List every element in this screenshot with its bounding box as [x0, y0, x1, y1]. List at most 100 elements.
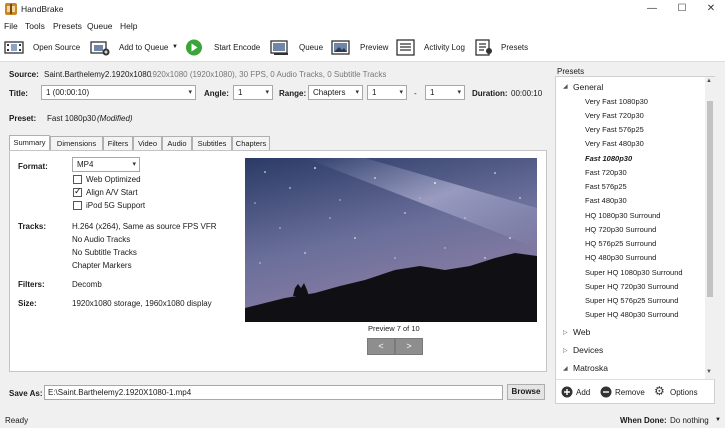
presets-icon[interactable]: [474, 39, 494, 56]
preset-group-matroska[interactable]: Matroska: [573, 363, 608, 373]
tab-summary[interactable]: Summary: [9, 135, 50, 151]
scroll-up-icon[interactable]: ▲: [706, 78, 712, 84]
preview-prev-button[interactable]: <: [367, 338, 395, 355]
angle-label: Angle:: [204, 89, 229, 98]
preset-item[interactable]: Super HQ 480p30 Surround: [585, 310, 678, 319]
chevron-down-icon: ▾: [355, 89, 359, 96]
open-source-icon[interactable]: [4, 39, 24, 56]
preset-options-button[interactable]: Options: [670, 388, 698, 397]
add-to-queue-button[interactable]: Add to Queue: [119, 43, 168, 52]
align-av-checkbox[interactable]: [73, 186, 82, 197]
start-encode-icon[interactable]: [184, 39, 204, 56]
menu-presets[interactable]: Presets: [53, 21, 82, 31]
scrollbar-thumb[interactable]: [707, 101, 713, 297]
format-select[interactable]: MP4 ▾: [72, 157, 140, 172]
range-start-select[interactable]: 1 ▾: [367, 85, 407, 100]
activity-log-button[interactable]: Activity Log: [424, 43, 465, 52]
preset-item[interactable]: Very Fast 1080p30: [585, 97, 648, 106]
when-done-select[interactable]: Do nothing: [670, 416, 709, 425]
queue-button[interactable]: Queue: [299, 43, 323, 52]
preset-item[interactable]: HQ 480p30 Surround: [585, 253, 656, 262]
preset-item[interactable]: Fast 720p30: [585, 168, 627, 177]
range-separator: -: [414, 89, 417, 98]
preview-icon[interactable]: [331, 39, 351, 56]
preset-item[interactable]: Fast 480p30: [585, 196, 627, 205]
preset-group-devices[interactable]: Devices: [573, 345, 603, 355]
preset-item[interactable]: Super HQ 1080p30 Surround: [585, 268, 683, 277]
menu-tools[interactable]: Tools: [25, 21, 45, 31]
browse-button[interactable]: Browse: [507, 384, 545, 400]
size-value: 1920x1080 storage, 1960x1080 display: [72, 299, 212, 308]
tab-filters[interactable]: Filters: [103, 136, 133, 150]
preset-item[interactable]: HQ 720p30 Surround: [585, 225, 656, 234]
web-optimized-checkbox[interactable]: [73, 175, 82, 184]
maximize-button[interactable]: ☐: [675, 2, 689, 16]
preset-label: Preset:: [9, 114, 37, 123]
preset-group-web[interactable]: Web: [573, 327, 590, 337]
expanded-triangle-icon[interactable]: ◢: [563, 83, 568, 90]
filters-value: Decomb: [72, 280, 102, 289]
preset-item[interactable]: Very Fast 480p30: [585, 139, 644, 148]
tab-audio[interactable]: Audio: [162, 136, 192, 150]
add-icon[interactable]: [561, 386, 573, 398]
presets-button[interactable]: Presets: [501, 43, 528, 52]
range-type-select[interactable]: Chapters ▾: [308, 85, 363, 100]
preset-item[interactable]: Super HQ 576p25 Surround: [585, 296, 678, 305]
save-as-input[interactable]: E:\Saint.Barthelemy2.1920X1080-1.mp4: [44, 385, 503, 400]
collapsed-triangle-icon[interactable]: ▷: [563, 329, 568, 336]
menu-queue[interactable]: Queue: [87, 21, 113, 31]
expanded-triangle-icon[interactable]: ◢: [563, 365, 568, 372]
preset-item[interactable]: Super HQ 720p30 Surround: [585, 282, 678, 291]
queue-icon[interactable]: [270, 39, 290, 56]
preview-next-button[interactable]: >: [395, 338, 423, 355]
ipod-support-label: iPod 5G Support: [86, 201, 146, 210]
range-end-select[interactable]: 1 ▾: [425, 85, 465, 100]
preset-group-general[interactable]: General: [573, 82, 603, 92]
size-label: Size:: [18, 299, 37, 308]
tab-dimensions[interactable]: Dimensions: [50, 136, 103, 150]
preset-item-selected[interactable]: Fast 1080p30: [585, 154, 632, 163]
gear-icon[interactable]: ⚙: [654, 384, 665, 398]
web-optimized-label: Web Optimized: [86, 175, 141, 184]
angle-select[interactable]: 1 ▾: [233, 85, 273, 100]
remove-icon[interactable]: [600, 386, 612, 398]
divider: [556, 379, 714, 380]
chevron-down-icon[interactable]: ▼: [715, 417, 721, 423]
preview-image: [245, 158, 537, 322]
tab-video[interactable]: Video: [133, 136, 162, 150]
duration-label: Duration:: [472, 89, 508, 98]
preset-item[interactable]: Very Fast 576p25: [585, 125, 644, 134]
minimize-button[interactable]: —: [645, 2, 659, 16]
add-to-queue-dropdown-icon[interactable]: ▼: [172, 44, 178, 50]
title-select[interactable]: 1 (00:00:10) ▾: [41, 85, 196, 100]
preset-item[interactable]: Very Fast 720p30: [585, 111, 644, 120]
ipod-support-checkbox[interactable]: [73, 201, 82, 210]
preset-item[interactable]: HQ 1080p30 Surround: [585, 211, 660, 220]
filters-label: Filters:: [18, 280, 45, 289]
presets-scrollbar[interactable]: ▲ ▼: [705, 77, 715, 379]
menu-file[interactable]: File: [4, 21, 18, 31]
tab-subtitles[interactable]: Subtitles: [192, 136, 232, 150]
angle-select-value: 1: [238, 88, 243, 97]
when-done-label: When Done:: [620, 416, 667, 425]
preview-button[interactable]: Preview: [360, 43, 388, 52]
status-bar: Ready When Done: Do nothing ▼: [0, 412, 725, 428]
track-audio: No Audio Tracks: [72, 235, 131, 244]
scroll-down-icon[interactable]: ▼: [706, 369, 712, 375]
remove-preset-button[interactable]: Remove: [615, 388, 645, 397]
activity-log-icon[interactable]: [396, 39, 416, 56]
status-text: Ready: [5, 416, 29, 425]
preset-item[interactable]: HQ 576p25 Surround: [585, 239, 656, 248]
track-video: H.264 (x264), Same as source FPS VFR: [72, 222, 217, 231]
menu-help[interactable]: Help: [120, 21, 137, 31]
start-encode-button[interactable]: Start Encode: [214, 43, 260, 52]
close-button[interactable]: ✕: [704, 2, 718, 16]
tab-chapters[interactable]: Chapters: [232, 136, 270, 150]
collapsed-triangle-icon[interactable]: ▷: [563, 347, 568, 354]
format-select-value: MP4: [77, 160, 94, 169]
open-source-button[interactable]: Open Source: [33, 43, 80, 52]
add-preset-button[interactable]: Add: [576, 388, 590, 397]
add-to-queue-icon[interactable]: [90, 39, 110, 56]
preset-item[interactable]: Fast 576p25: [585, 182, 627, 191]
chevron-down-icon: ▾: [399, 89, 403, 96]
